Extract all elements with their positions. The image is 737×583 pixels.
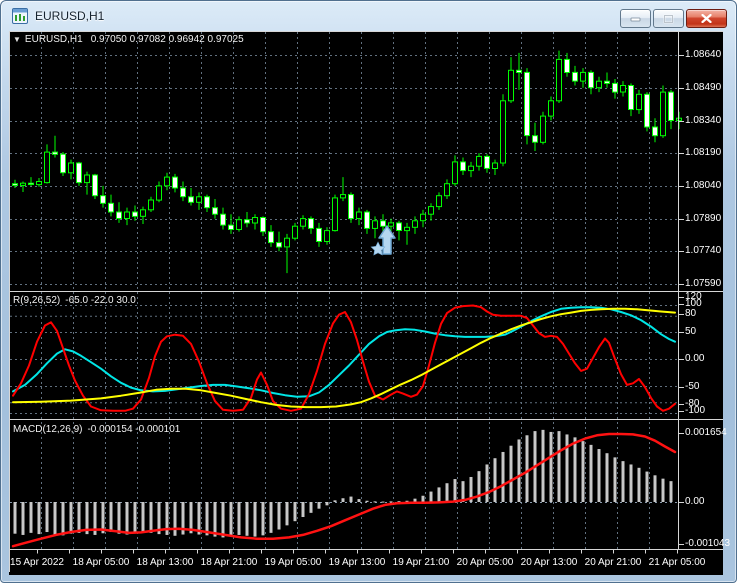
chart-client: ▼ EURUSD,H1 0.97050 0.97082 0.96942 0.97… [9, 31, 730, 575]
window: EURUSD,H1 ▼ EURUSD,H1 0.97050 0.97082 0.… [0, 0, 737, 583]
minimize-icon [630, 17, 641, 22]
chart-canvas[interactable] [9, 31, 723, 575]
window-title: EURUSD,H1 [35, 9, 105, 23]
close-icon [701, 14, 712, 23]
caption-buttons [620, 9, 727, 28]
close-button[interactable] [686, 9, 727, 28]
restore-icon [663, 14, 674, 23]
window-titlebar[interactable]: EURUSD,H1 [1, 1, 736, 31]
app-icon [12, 8, 28, 24]
minimize-button[interactable] [620, 9, 651, 28]
maximize-button[interactable] [653, 9, 684, 28]
